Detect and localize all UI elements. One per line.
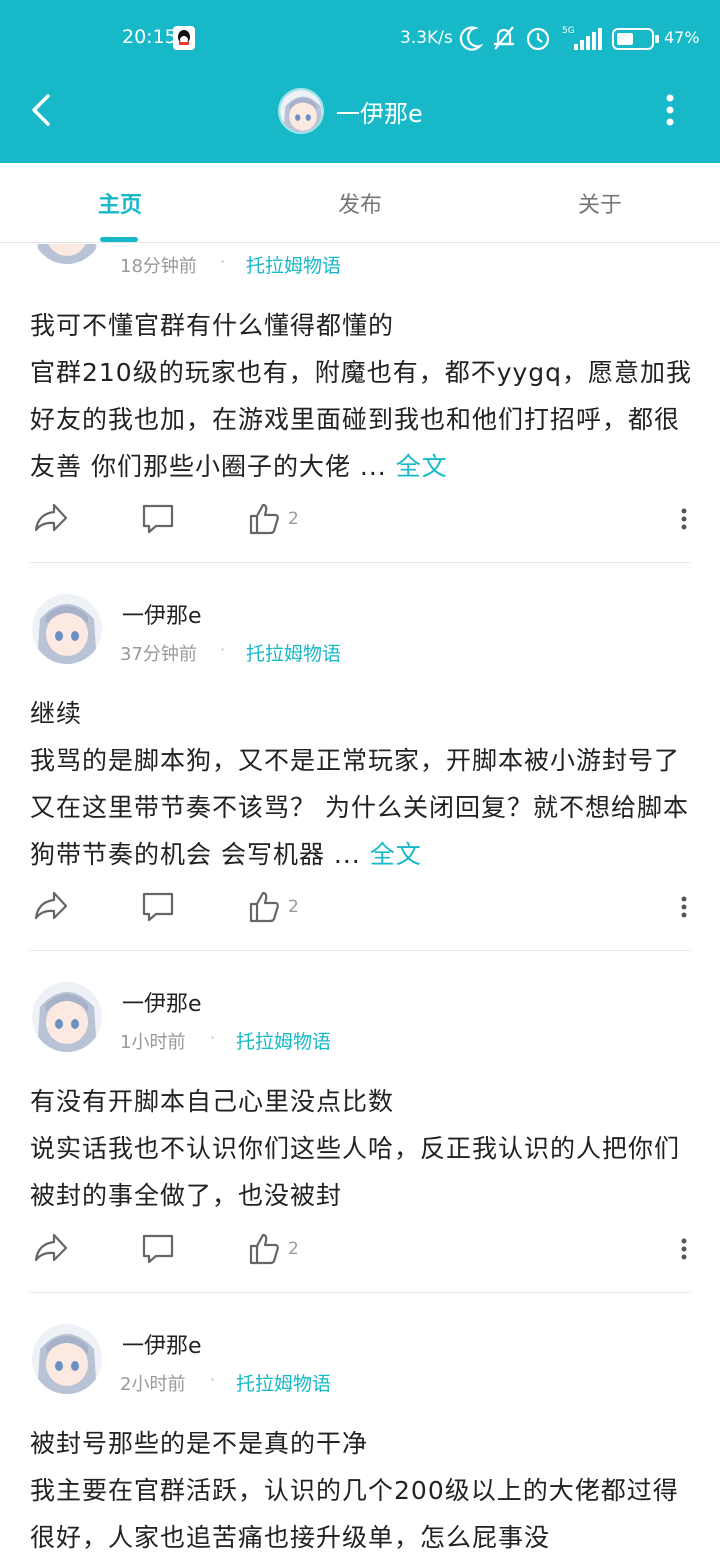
status-bar: 20:15 3.3K/s 5G 47% [0, 0, 720, 78]
fulltext-link[interactable]: 全文 [396, 452, 448, 481]
thumbs-up-icon [249, 891, 279, 923]
post-item[interactable]: 一伊那e 2小时前 · 托拉姆物语 被封号那些的是不是真的干净 我主要在官群活跃… [0, 1324, 720, 1560]
post-item[interactable]: 一伊那e 37分钟前 · 托拉姆物语 继续 我骂的是脚本狗，又不是正常玩家，开脚本… [0, 594, 720, 974]
post-body[interactable]: 我可不懂官群有什么懂得都懂的 官群210级的玩家也有，附魔也有，都不yygq，愿意… [30, 302, 695, 490]
share-icon[interactable] [32, 882, 70, 932]
share-icon[interactable] [32, 1224, 70, 1274]
network-speed: 3.3K/s [400, 28, 453, 48]
thumbs-up-icon [249, 1233, 279, 1265]
post-item[interactable]: 18分钟前 · 托拉姆物语 我可不懂官群有什么懂得都懂的 官群210级的玩家也有，… [0, 244, 720, 564]
tab-bar: 主页 发布 关于 [0, 163, 720, 243]
post-topic[interactable]: 托拉姆物语 [246, 639, 341, 666]
battery-level: 47% [664, 28, 700, 47]
tab-home[interactable]: 主页 [0, 163, 240, 243]
tab-posts[interactable]: 发布 [240, 163, 480, 243]
post-item[interactable]: 一伊那e 1小时前 · 托拉姆物语 有没有开脚本自己心里没点比数 说实话我也不认… [0, 982, 720, 1322]
anime-avatar-icon [280, 90, 322, 132]
post-author[interactable]: 一伊那e [122, 986, 202, 1018]
share-icon[interactable] [32, 494, 70, 544]
post-actions: 2 [0, 494, 720, 544]
more-vertical-icon[interactable] [652, 90, 688, 130]
separator-dot: · [210, 1028, 216, 1047]
avatar[interactable] [32, 982, 102, 1052]
post-time: 2小时前 [120, 1374, 186, 1395]
divider [30, 950, 690, 951]
like-count: 2 [288, 897, 299, 917]
divider [30, 1292, 690, 1293]
tab-indicator [100, 237, 138, 242]
fulltext-link[interactable]: 全文 [370, 840, 422, 869]
separator-dot: · [220, 640, 226, 659]
anime-avatar-icon [32, 982, 102, 1052]
profile-title: 一伊那e [278, 86, 423, 136]
more-vertical-icon[interactable] [672, 494, 696, 544]
signal-icon: 5G [562, 26, 602, 50]
comment-icon[interactable] [140, 1224, 176, 1274]
post-author[interactable]: 一伊那e [122, 598, 202, 630]
post-author[interactable]: 一伊那e [122, 1328, 202, 1360]
qq-icon [173, 26, 195, 50]
separator-dot: · [210, 1370, 216, 1389]
svg-text:5G: 5G [562, 26, 575, 36]
battery-icon [612, 28, 659, 50]
avatar[interactable] [32, 1324, 102, 1394]
post-body[interactable]: 有没有开脚本自己心里没点比数 说实话我也不认识你们这些人哈，反正我认识的人把你们… [30, 1078, 695, 1219]
post-text: 我可不懂官群有什么懂得都懂的 官群210级的玩家也有，附魔也有，都不yygq，愿意… [30, 311, 693, 481]
post-text: 继续 我骂的是脚本狗，又不是正常玩家，开脚本被小游封号了又在这里带节奏不该骂？ 为… [30, 699, 689, 869]
avatar [278, 88, 324, 134]
post-time: 37分钟前 [120, 644, 197, 665]
post-topic[interactable]: 托拉姆物语 [236, 1369, 331, 1396]
post-actions: 2 [0, 1224, 720, 1274]
comment-icon[interactable] [140, 494, 176, 544]
tab-about[interactable]: 关于 [480, 163, 720, 243]
moon-icon [459, 26, 484, 51]
anime-avatar-icon [32, 1324, 102, 1394]
post-feed[interactable]: 18分钟前 · 托拉姆物语 我可不懂官群有什么懂得都懂的 官群210级的玩家也有，… [0, 244, 720, 1560]
divider [30, 562, 690, 563]
page-title: 一伊那e [336, 99, 423, 128]
more-vertical-icon[interactable] [672, 882, 696, 932]
post-time: 18分钟前 [120, 256, 197, 277]
like-button[interactable]: 2 [248, 1224, 299, 1274]
thumbs-up-icon [249, 503, 279, 535]
post-time: 1小时前 [120, 1032, 186, 1053]
like-count: 2 [288, 1239, 299, 1259]
separator-dot: · [220, 252, 226, 271]
post-topic[interactable]: 托拉姆物语 [246, 251, 341, 278]
post-actions: 2 [0, 882, 720, 932]
more-vertical-icon[interactable] [672, 1224, 696, 1274]
post-topic[interactable]: 托拉姆物语 [236, 1027, 331, 1054]
anime-avatar-icon [32, 244, 102, 264]
avatar[interactable] [32, 244, 102, 264]
like-button[interactable]: 2 [248, 882, 299, 932]
comment-icon[interactable] [140, 882, 176, 932]
status-time: 20:15 [122, 26, 177, 48]
alarm-icon [526, 27, 550, 51]
post-body[interactable]: 被封号那些的是不是真的干净 我主要在官群活跃，认识的几个200级以上的大佬都过得… [30, 1420, 695, 1560]
anime-avatar-icon [32, 594, 102, 664]
back-arrow-icon[interactable] [24, 88, 64, 132]
app-header: 20:15 3.3K/s 5G 47% 一伊那e [0, 0, 720, 163]
like-button[interactable]: 2 [248, 494, 299, 544]
bell-muted-icon [494, 26, 514, 50]
post-body[interactable]: 继续 我骂的是脚本狗，又不是正常玩家，开脚本被小游封号了又在这里带节奏不该骂？ 为… [30, 690, 695, 878]
like-count: 2 [288, 509, 299, 529]
avatar[interactable] [32, 594, 102, 664]
